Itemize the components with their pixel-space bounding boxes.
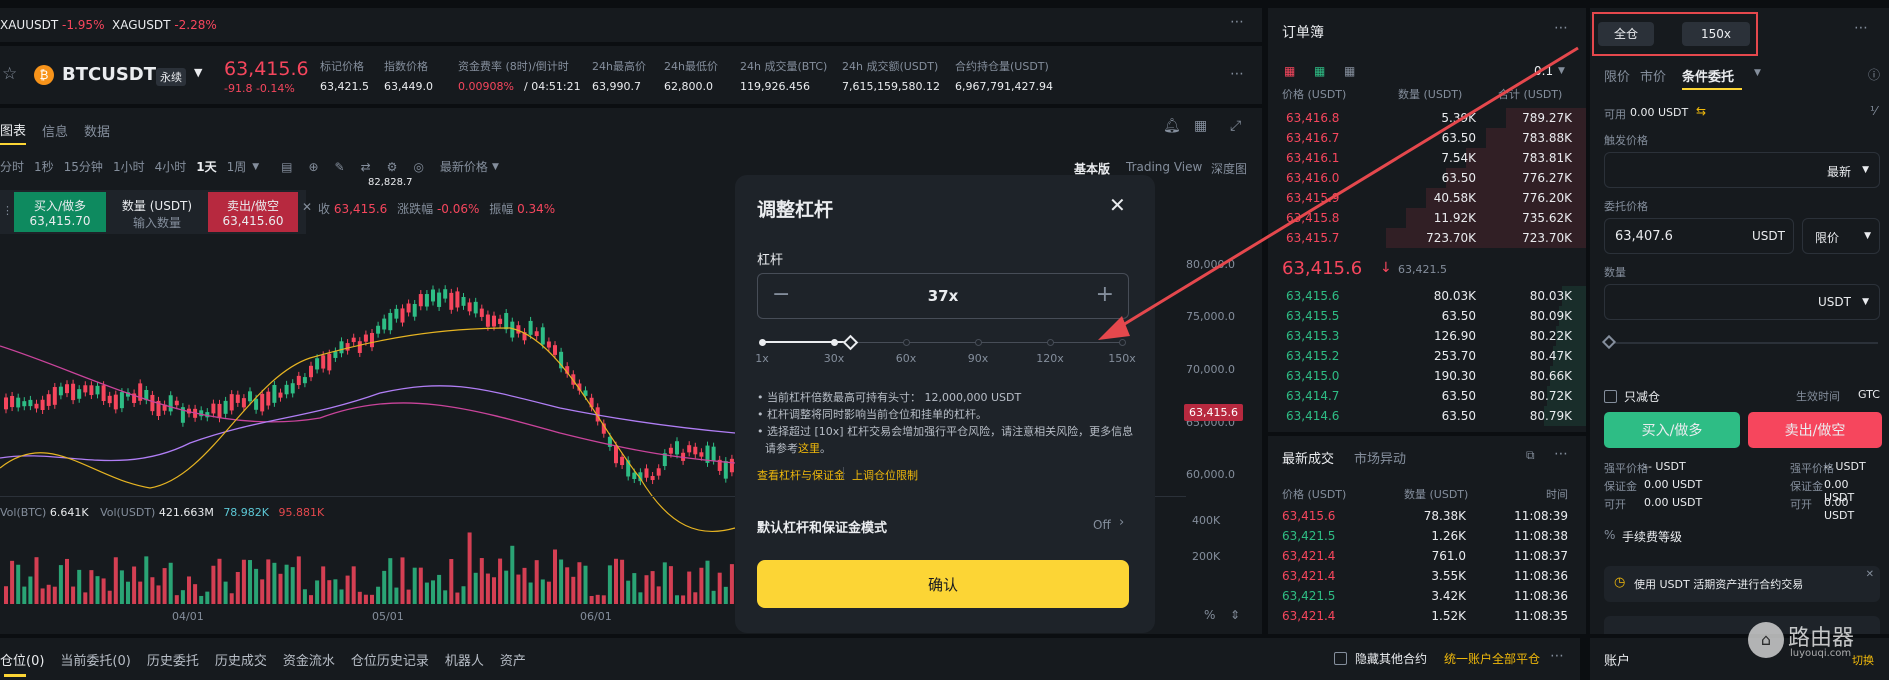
router-logo-icon: ⌂ [1748,622,1784,658]
watermark-url: luyouqi.com [1790,648,1852,659]
annotation-arrow [1098,46,1579,340]
